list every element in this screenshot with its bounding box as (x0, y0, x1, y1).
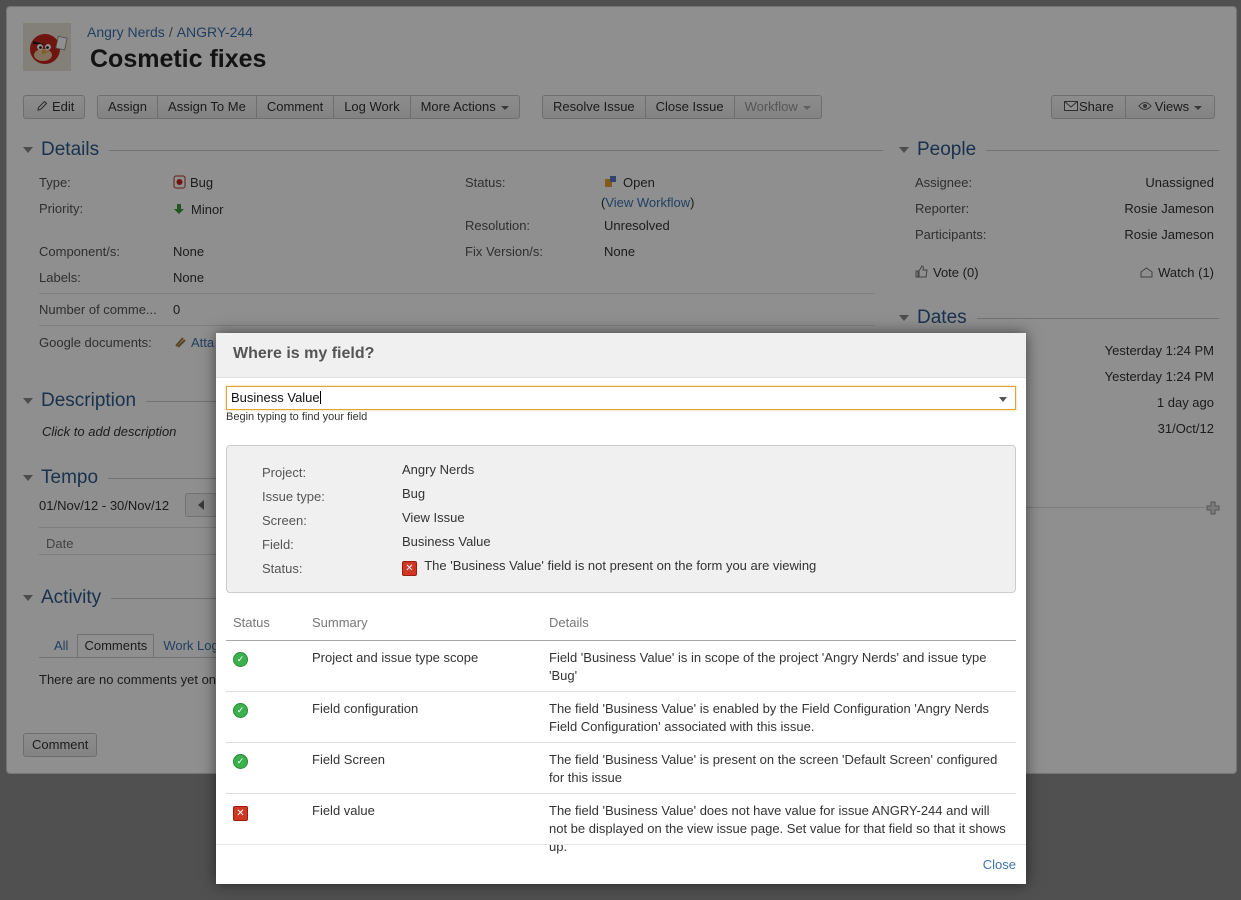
check-icon: ✓ (233, 703, 248, 718)
error-icon: ✕ (402, 561, 417, 576)
field-search-value: Business Value (231, 390, 321, 405)
row-summary: Project and issue type scope (305, 640, 542, 692)
field-info-box: Project: Angry Nerds Issue type: Bug Scr… (226, 445, 1016, 593)
row-status: ✓ (226, 640, 305, 692)
chevron-down-icon[interactable] (999, 397, 1007, 402)
row-status: ✓ (226, 742, 305, 794)
info-value: Business Value (402, 534, 491, 549)
info-key: Screen: (262, 513, 307, 528)
dialog-header: Where is my field? (216, 333, 1026, 378)
table-row: ✓ Field Screen The field 'Business Value… (226, 742, 1016, 794)
field-search-text: Business Value (231, 390, 320, 405)
field-check-table: Status Summary Details ✓ Project and iss… (226, 613, 1016, 862)
table-row: ✓ Project and issue type scope Field 'Bu… (226, 640, 1016, 692)
info-key: Project: (262, 465, 307, 480)
info-key: Issue type: (262, 489, 325, 504)
info-value: ✕ The 'Business Value' field is not pres… (402, 558, 816, 576)
column-details: Details (542, 613, 1016, 641)
row-status: ✓ (226, 691, 305, 743)
row-summary: Field Screen (305, 742, 542, 794)
info-status-text: The 'Business Value' field is not presen… (424, 558, 817, 573)
info-value: View Issue (402, 510, 465, 525)
row-status: ✕ (226, 794, 305, 863)
row-details: The field 'Business Value' does not have… (549, 803, 1006, 854)
table-header-row: Status Summary Details (226, 613, 1016, 641)
row-summary: Field value (312, 803, 375, 818)
check-icon: ✓ (233, 652, 248, 667)
info-value: Angry Nerds (402, 462, 475, 477)
table-row: ✕ Field value The field 'Business Value'… (226, 794, 1016, 863)
text-cursor (319, 391, 321, 404)
where-is-my-field-dialog: Where is my field? Business Value Begin … (216, 333, 1026, 884)
field-search-hint: Begin typing to find your field (226, 411, 368, 423)
dialog-footer-divider (216, 844, 1026, 845)
info-value: Bug (402, 486, 426, 501)
row-details: The field 'Business Value' is enabled by… (542, 691, 1016, 743)
row-details: The field 'Business Value' is present on… (542, 742, 1016, 794)
field-search-input[interactable]: Business Value (226, 386, 1016, 410)
column-status: Status (226, 613, 305, 641)
dialog-title: Where is my field? (233, 345, 375, 362)
error-icon: ✕ (233, 806, 248, 821)
table-row: ✓ Field configuration The field 'Busines… (226, 691, 1016, 743)
info-key: Status: (262, 561, 303, 576)
info-key: Field: (262, 537, 294, 552)
close-link[interactable]: Close (983, 857, 1016, 872)
row-details: Field 'Business Value' is in scope of th… (542, 640, 1016, 692)
check-icon: ✓ (233, 754, 248, 769)
row-summary: Field configuration (305, 691, 542, 743)
column-summary: Summary (305, 613, 542, 641)
